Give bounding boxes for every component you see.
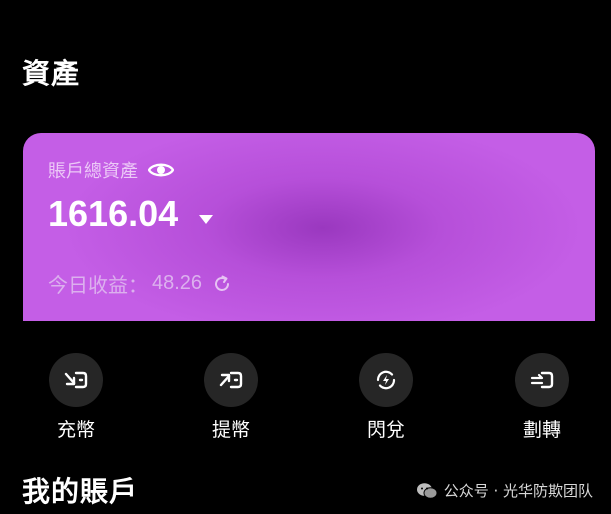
watermark-text: 公众号 · 光华防欺团队 <box>443 482 593 500</box>
flash-swap-label: 閃兌 <box>366 419 405 441</box>
withdraw-icon <box>204 353 258 407</box>
total-assets-label-row: 賬戶總資產 <box>48 157 175 183</box>
transfer-button[interactable]: 劃轉 <box>502 353 582 442</box>
watermark: 公众号 · 光华防欺团队 <box>416 480 593 501</box>
transfer-label: 劃轉 <box>522 419 561 441</box>
total-assets-label: 賬戶總資產 <box>48 161 138 182</box>
my-accounts-title: 我的賬戶 <box>22 475 139 508</box>
today-income-label: 今日收益： <box>48 273 148 297</box>
today-income-row: 今日收益： 48.26 <box>48 269 232 298</box>
withdraw-label: 提幣 <box>211 419 250 441</box>
today-income-value: 48.26 <box>152 272 203 294</box>
flash-swap-icon <box>359 353 413 407</box>
balance-row: 1616.04 <box>48 193 214 235</box>
deposit-icon <box>49 353 103 407</box>
deposit-button[interactable]: 充幣 <box>36 353 116 442</box>
refresh-icon[interactable] <box>212 274 232 294</box>
deposit-label: 充幣 <box>56 419 95 441</box>
page-title: 資產 <box>22 57 81 90</box>
assets-page: 資產 賬戶總資產 1616.04 今日收益： 48.26 充幣 提幣 閃兌 劃轉… <box>0 0 611 514</box>
withdraw-button[interactable]: 提幣 <box>191 353 271 442</box>
eye-icon[interactable] <box>147 161 175 179</box>
total-assets-card: 賬戶總資產 1616.04 今日收益： 48.26 <box>23 133 595 321</box>
quick-actions: 充幣 提幣 閃兌 劃轉 <box>0 353 611 443</box>
flash-swap-button[interactable]: 閃兌 <box>346 353 426 442</box>
total-balance: 1616.04 <box>48 193 179 234</box>
wechat-icon <box>416 482 438 500</box>
caret-down-icon[interactable] <box>198 210 214 224</box>
transfer-icon <box>515 353 569 407</box>
